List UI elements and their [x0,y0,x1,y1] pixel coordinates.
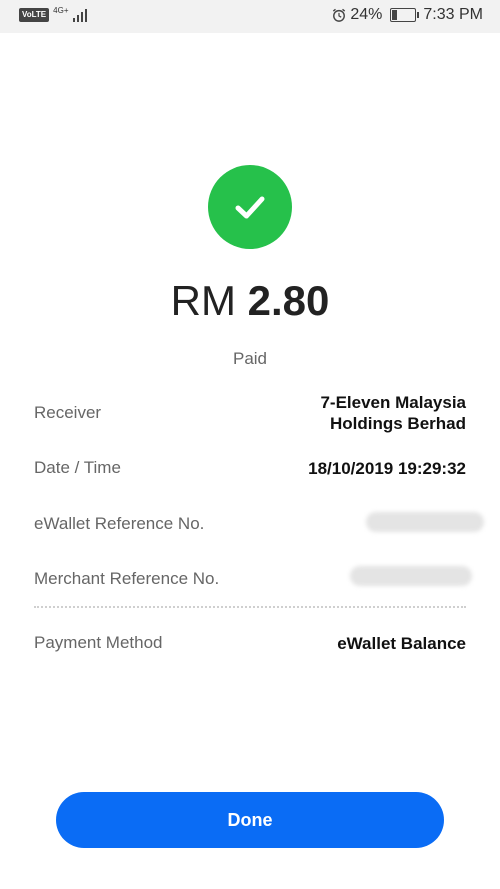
status-bar-right: 24% 7:33 PM [332,6,483,24]
payment-amount: RM 2.80 [0,277,500,325]
receiver-value: 7-Eleven Malaysia Holdings Berhad [320,392,466,434]
network-type: 4G+ [53,5,69,15]
currency-label: RM [170,277,236,324]
clock: 7:33 PM [423,6,483,23]
status-bar-left: VoLTE 4G+ [19,5,87,22]
volte-indicator: VoLTE [19,8,50,22]
status-bar: VoLTE 4G+ 24% 7:33 PM [0,0,500,33]
ewallet-reference-redacted [366,512,484,532]
amount-value: 2.80 [247,277,330,324]
success-check-icon [208,165,292,249]
battery-icon [390,8,420,22]
merchant-reference-label: Merchant Reference No. [34,569,220,588]
receiver-value-line1: 7-Eleven Malaysia [320,393,466,412]
merchant-reference-redacted [350,566,472,586]
battery-percent: 24% [350,6,383,23]
done-button[interactable]: Done [56,792,444,848]
divider [34,606,466,608]
datetime-label: Date / Time [34,458,121,477]
receiver-row: Receiver 7-Eleven Malaysia Holdings Berh… [34,392,466,436]
datetime-row: Date / Time 18/10/2019 19:29:32 [34,458,466,480]
payment-status: Paid [232,349,268,368]
datetime-value: 18/10/2019 19:29:32 [308,459,466,478]
receiver-label: Receiver [34,403,102,422]
payment-method-value: eWallet Balance [337,634,466,653]
ewallet-reference-label: eWallet Reference No. [34,514,205,533]
payment-method-label: Payment Method [34,633,163,652]
receiver-value-line2: Holdings Berhad [329,414,466,433]
signal-icon [72,8,87,22]
payment-method-row: Payment Method eWallet Balance [34,633,466,655]
alarm-icon [333,8,346,22]
